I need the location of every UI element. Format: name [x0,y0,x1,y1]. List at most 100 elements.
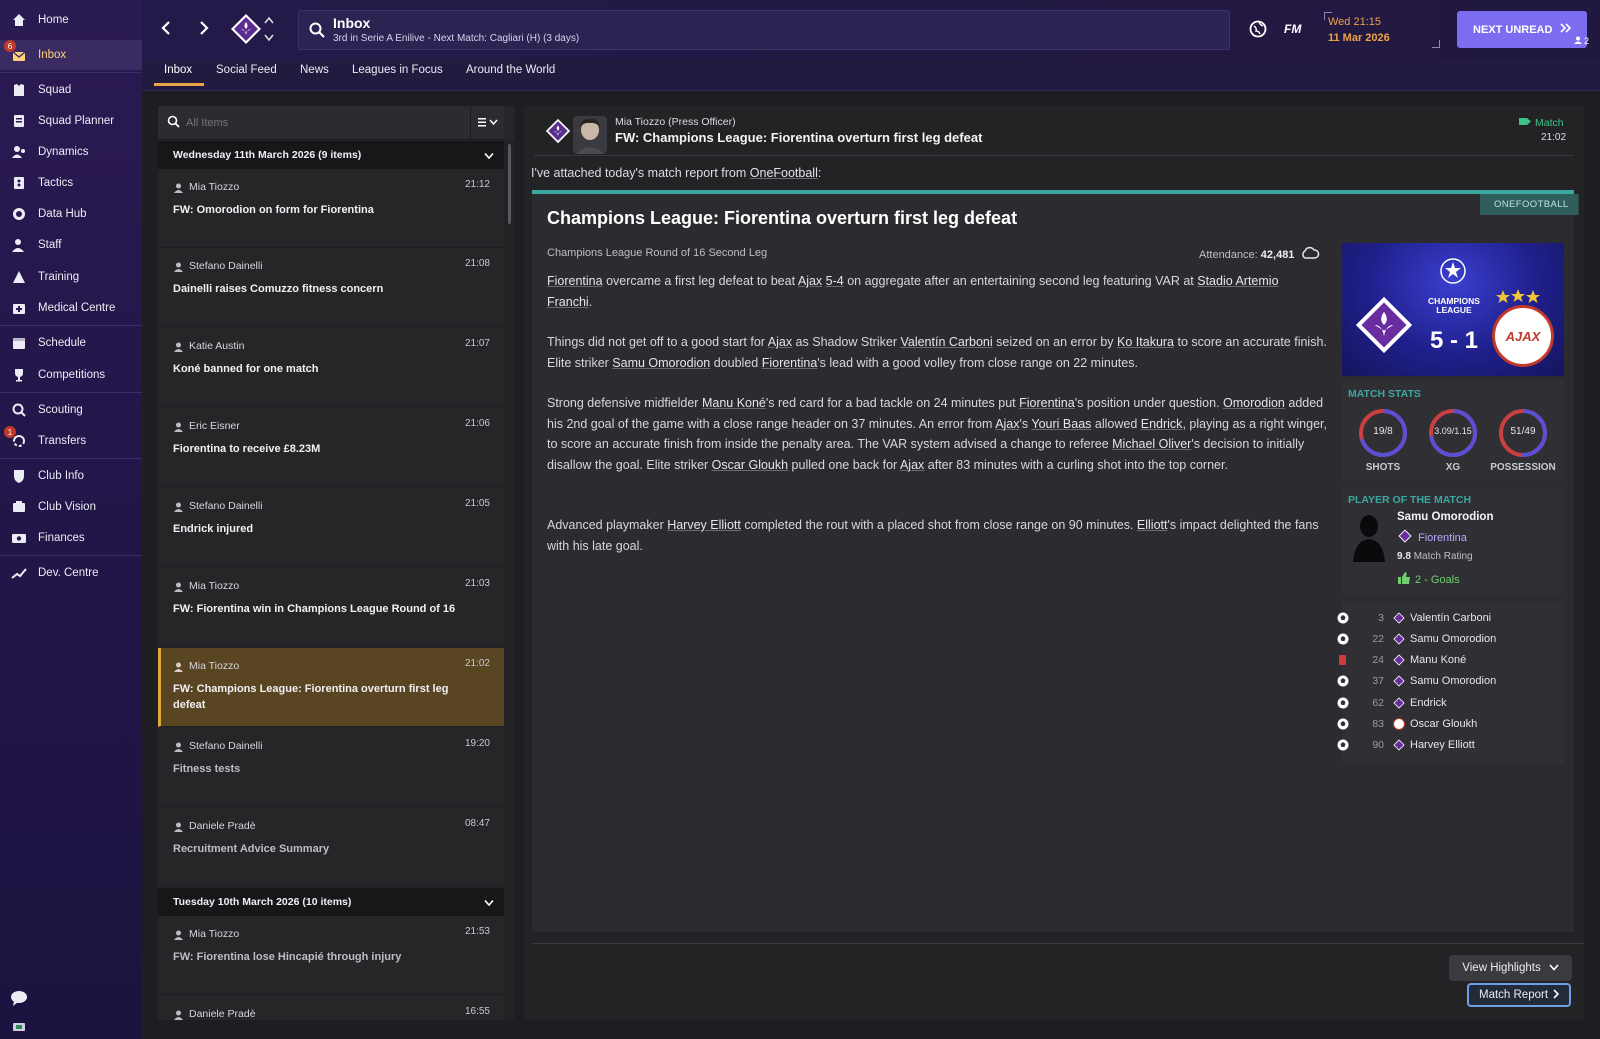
back-arrow-icon[interactable] [160,20,172,39]
person-icon [174,1009,183,1020]
message-item[interactable]: Mia Tiozzo 21:12 FW: Omorodion on form f… [158,169,504,248]
person-icon [174,581,183,595]
message-item[interactable]: Katie Austin 21:07 Koné banned for one m… [158,328,504,407]
group-header[interactable]: Wednesday 11th March 2026 (9 items) [158,141,504,169]
event-player: Manu Koné [1410,654,1467,667]
sidebar-item-club-vision[interactable]: Club Vision [0,492,142,522]
event-player: Samu Omorodion [1410,632,1497,645]
sidebar-item-dev-centre[interactable]: Dev. Centre [0,558,142,588]
sidebar-item-squad-planner[interactable]: Squad Planner [0,106,142,136]
sidebar-item-schedule[interactable]: Schedule [0,328,142,358]
person-icon [174,741,183,755]
match-event-row[interactable]: 37 Samu Omorodion [1336,671,1556,692]
message-time: 21:03 [464,578,490,589]
email-subject: FW: Champions League: Fiorentina overtur… [615,130,983,145]
sidebar-item-scouting[interactable]: Scouting [0,395,142,425]
club-crest-icon[interactable] [230,13,262,48]
divider [534,155,1574,156]
tab-news[interactable]: News [300,64,329,76]
sidebar-item-label: Scouting [38,404,83,416]
message-time: 16:55 [464,1006,490,1017]
sidebar-item-squad[interactable]: Squad [0,75,142,105]
sidebar-item-club-info[interactable]: Club Info [0,461,142,491]
message-item[interactable]: Stefano Dainelli 21:08 Dainelli raises C… [158,248,504,327]
fiorentina-crest-icon [1354,295,1414,358]
fm-logo[interactable]: FM [1284,22,1301,36]
sidebar-item-staff[interactable]: Staff [0,230,142,260]
match-event-row[interactable]: 24 Manu Koné [1336,650,1556,671]
scrollbar-thumb[interactable] [508,144,511,224]
person-icon [1574,36,1582,46]
globe-icon[interactable] [1248,19,1268,42]
sidebar-item-finances[interactable]: Finances [0,523,142,553]
sidebar-item-dynamics[interactable]: Dynamics [0,137,142,167]
club-switch-chevron-icon[interactable] [264,15,274,46]
event-minute: 24 [1372,654,1384,667]
sidebar-item-training[interactable]: Training [0,262,142,292]
page-title-box[interactable]: Inbox 3rd in Serie A Enilive - Next Matc… [298,10,1230,50]
sidebar-item-label: Staff [38,239,62,251]
scrollbar-track[interactable] [504,140,515,1020]
message-item[interactable]: Mia Tiozzo 21:03 FW: Fiorentina win in C… [158,568,504,647]
sidebar-item-inbox[interactable]: Inbox [0,40,142,70]
match-event-row[interactable]: 83 Oscar Gloukh [1336,714,1556,735]
message-item[interactable]: Stefano Dainelli 19:20 Fitness tests [158,728,504,807]
onefootball-link[interactable]: OneFootball [750,166,818,180]
avatar[interactable] [573,116,607,154]
sidebar-item-data-hub[interactable]: Data Hub [0,199,142,229]
match-event-row[interactable]: 3 Valentín Carboni [1336,607,1556,628]
sidebar-item-competitions[interactable]: Competitions [0,360,142,390]
search-icon [167,115,180,131]
potm-goals: 2 - Goals [1398,572,1460,587]
match-score-image[interactable]: CHAMPIONS LEAGUE 5 - 1 AJAX [1342,243,1564,376]
message-subject: FW: Omorodion on form for Fiorentina [173,204,374,216]
potm-player-name[interactable]: Samu Omorodion [1397,511,1493,523]
message-item[interactable]: Daniele Pradè 16:55 [158,996,504,1020]
shots-value: 19/8 [1373,426,1393,437]
group-header[interactable]: Tuesday 10th March 2026 (10 items) [158,888,504,916]
filter-menu-button[interactable] [470,106,504,140]
tab-around-the-world[interactable]: Around the World [466,64,555,76]
sidebar-item-label: Club Vision [38,501,96,513]
next-unread-button[interactable]: NEXT UNREAD [1457,11,1587,48]
game-time[interactable]: Wed 21:15 [1328,16,1381,28]
message-sender: Stefano Dainelli [189,260,263,272]
article-top-bar [532,190,1574,194]
match-event-row[interactable]: 90 Harvey Elliott [1336,735,1556,756]
message-subject: Koné banned for one match [173,363,319,375]
message-time: 08:47 [464,818,490,829]
tab-social-feed[interactable]: Social Feed [216,64,277,76]
tab-leagues-in-focus[interactable]: Leagues in Focus [352,64,443,76]
sidebar-item-tactics[interactable]: Tactics [0,168,142,198]
message-item[interactable]: Daniele Pradè 08:47 Recruitment Advice S… [158,808,504,887]
match-event-row[interactable]: 62 Endrick [1336,692,1556,713]
match-report-button[interactable]: Match Report [1467,983,1571,1007]
sidebar-item-home[interactable]: Home [0,5,142,35]
sidebar-item-transfers[interactable]: Transfers [0,426,142,456]
email-sender[interactable]: Mia Tiozzo (Press Officer) [615,116,736,128]
player-silhouette-icon [1351,512,1387,565]
match-event-row[interactable]: 22 Samu Omorodion [1336,628,1556,649]
message-subject: Fitness tests [173,763,241,775]
message-item-selected[interactable]: Mia Tiozzo 21:02 FW: Champions League: F… [158,648,504,727]
search-icon[interactable] [309,22,325,41]
potm-club[interactable]: Fiorentina [1398,529,1467,546]
article-paragraph: Advanced playmaker Harvey Elliott comple… [547,518,1319,553]
message-item[interactable]: Stefano Dainelli 21:05 Endrick injured [158,488,504,567]
training-icon [0,269,38,285]
chat-icon[interactable] [10,989,28,1010]
forward-arrow-icon[interactable] [198,20,210,39]
message-item[interactable]: Eric Eisner 21:06 Fiorentina to receive … [158,408,504,487]
message-item[interactable]: Mia Tiozzo 21:53 FW: Fiorentina lose Hin… [158,916,504,995]
sidebar-item-label: Data Hub [38,208,87,220]
sidebar-item-medical-centre[interactable]: Medical Centre [0,293,142,323]
game-date[interactable]: 11 Mar 2026 [1328,32,1390,44]
search-input[interactable] [186,112,456,134]
sidebar-item-label: Squad [38,84,72,96]
event-player: Samu Omorodion [1410,675,1497,688]
view-highlights-button[interactable]: View Highlights [1449,955,1572,981]
email-time: 21:02 [1541,132,1567,143]
managers-indicator[interactable]: 2 [1574,36,1589,46]
message-time: 21:06 [464,418,490,429]
tab-inbox[interactable]: Inbox [164,64,192,76]
